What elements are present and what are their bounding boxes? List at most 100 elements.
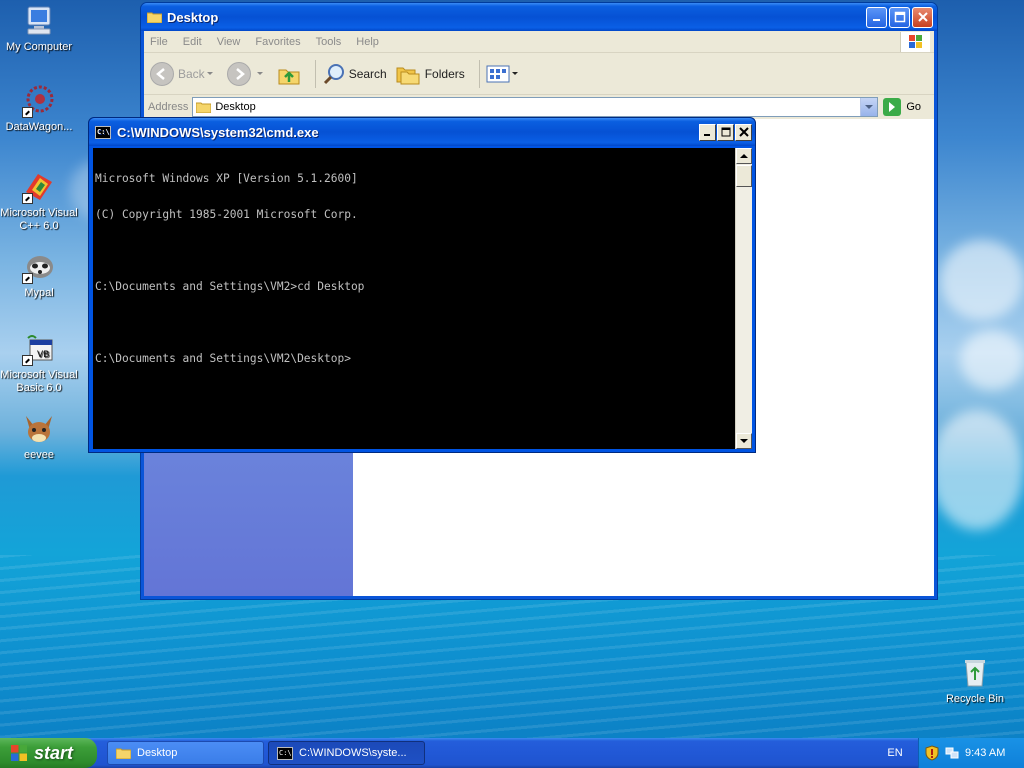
address-dropdown-button[interactable] (860, 98, 878, 116)
toolbar-separator (314, 59, 316, 88)
start-button[interactable]: start (0, 738, 97, 768)
close-icon (738, 127, 749, 137)
folders-label: Folders (424, 66, 465, 81)
maximize-icon (721, 127, 730, 137)
taskbar: start Desktop C:\ C:\WINDOWS\syste... EN… (0, 738, 1024, 768)
dropdown-arrow-icon (511, 72, 518, 75)
menu-bar: File Edit View Favorites Tools Help (144, 31, 934, 53)
language-indicator[interactable]: EN (880, 738, 910, 768)
datawagon-icon (22, 84, 56, 118)
toolbar-separator (478, 59, 480, 88)
go-arrow-icon (883, 98, 902, 116)
maximize-button[interactable] (889, 6, 910, 28)
console-output[interactable]: Microsoft Windows XP [Version 5.1.2600] … (93, 148, 735, 449)
cmd-window[interactable]: C:\ C:\WINDOWS\system32\cmd.exe Microsof… (88, 117, 756, 453)
desktop-icon-datawagon[interactable]: DataWagon... (0, 84, 78, 134)
search-label: Search (348, 66, 387, 81)
system-tray: 9:43 AM (918, 738, 1024, 768)
close-icon (917, 12, 928, 22)
menu-help[interactable]: Help (356, 36, 379, 48)
desktop-icon-eevee[interactable]: eevee (0, 412, 78, 462)
address-bar: Address Desktop Go (144, 95, 934, 119)
forward-arrow-icon (226, 61, 251, 86)
security-shield-icon[interactable] (925, 745, 939, 761)
forward-button[interactable] (226, 61, 269, 86)
taskbar-item-desktop[interactable]: Desktop (107, 741, 264, 765)
console-scrollbar[interactable] (735, 148, 752, 449)
cloud (960, 330, 1024, 390)
my-computer-icon (22, 4, 56, 38)
mypal-icon (22, 250, 56, 284)
desktop-icon-label: Recycle Bin (945, 693, 1005, 705)
address-label: Address (148, 101, 189, 113)
shortcut-arrow-icon (22, 107, 33, 118)
menu-view[interactable]: View (217, 36, 241, 48)
minimize-icon (872, 19, 880, 21)
maximize-icon (894, 11, 905, 23)
search-button[interactable]: Search (322, 62, 387, 86)
scroll-down-button[interactable] (736, 433, 752, 449)
start-label: start (34, 742, 74, 763)
cmd-title: C:\WINDOWS\system32\cmd.exe (117, 124, 319, 140)
scroll-up-button[interactable] (736, 148, 752, 164)
folders-button[interactable]: Folders (395, 62, 465, 86)
search-icon (323, 63, 344, 84)
menu-file[interactable]: File (150, 36, 168, 48)
menu-tools[interactable]: Tools (316, 36, 342, 48)
address-value: Desktop (215, 101, 256, 113)
up-folder-button[interactable] (277, 62, 301, 86)
go-button[interactable]: Go (883, 98, 921, 116)
menu-edit[interactable]: Edit (183, 36, 202, 48)
cmd-minimize-button[interactable] (699, 123, 716, 141)
recycle-bin-icon (958, 656, 992, 690)
console-line: (C) Copyright 1985-2001 Microsoft Corp. (95, 208, 358, 221)
dropdown-arrow-icon (206, 72, 213, 75)
dropdown-arrow-icon (256, 72, 263, 75)
shortcut-arrow-icon (22, 355, 33, 366)
cmd-title-bar[interactable]: C:\ C:\WINDOWS\system32\cmd.exe (89, 118, 755, 146)
desktop-icon-my-computer[interactable]: My Computer (0, 4, 78, 54)
console-line: C:\Documents and Settings\VM2\Desktop> (95, 352, 351, 365)
views-icon (486, 65, 510, 82)
desktop-icon-visual-cpp[interactable]: Microsoft Visual C++ 6.0 (0, 170, 78, 233)
desktop-icon-mypal[interactable]: Mypal (0, 250, 78, 300)
folders-icon (396, 67, 420, 84)
console-line: Microsoft Windows XP [Version 5.1.2600] (95, 172, 358, 185)
desktop-icon-label: My Computer (5, 41, 73, 53)
cmd-close-button[interactable] (735, 123, 752, 141)
desktop-icon-label: Mypal (24, 287, 54, 299)
close-button[interactable] (912, 6, 933, 28)
console-icon: C:\ (277, 746, 293, 760)
address-input[interactable]: Desktop (192, 97, 879, 117)
taskbar-item-cmd[interactable]: C:\ C:\WINDOWS\syste... (268, 741, 425, 765)
scroll-thumb[interactable] (736, 165, 752, 187)
taskbar-item-label: C:\WINDOWS\syste... (299, 747, 407, 759)
back-button[interactable]: Back (150, 61, 219, 86)
explorer-title-bar[interactable]: Desktop (141, 3, 937, 31)
desktop-icon-label: eevee (24, 449, 54, 461)
menu-favorites[interactable]: Favorites (255, 36, 300, 48)
desktop-icon-visual-basic[interactable]: VB Microsoft Visual Basic 6.0 (0, 332, 78, 395)
minimize-icon (704, 133, 710, 136)
taskbar-item-label: Desktop (137, 747, 178, 759)
desktop-icon-label: Microsoft Visual Basic 6.0 (0, 369, 78, 394)
back-label: Back (178, 66, 205, 81)
back-arrow-icon (150, 61, 174, 86)
shortcut-arrow-icon (22, 273, 33, 284)
clock[interactable]: 9:43 AM (965, 747, 1005, 759)
cmd-maximize-button[interactable] (717, 123, 734, 141)
views-button[interactable] (486, 64, 524, 84)
network-icon[interactable] (945, 746, 959, 760)
up-folder-icon (278, 69, 300, 84)
desktop-icon-recycle-bin[interactable]: Recycle Bin (936, 656, 1014, 706)
folder-icon (147, 12, 162, 23)
shortcut-arrow-icon (22, 193, 33, 204)
svg-text:VB: VB (37, 350, 49, 360)
minimize-button[interactable] (866, 6, 887, 28)
visual-basic-icon: VB (22, 332, 56, 366)
windows-logo-icon (11, 745, 27, 761)
explorer-title: Desktop (167, 9, 219, 25)
desktop-icon-label: DataWagon... (5, 121, 73, 133)
